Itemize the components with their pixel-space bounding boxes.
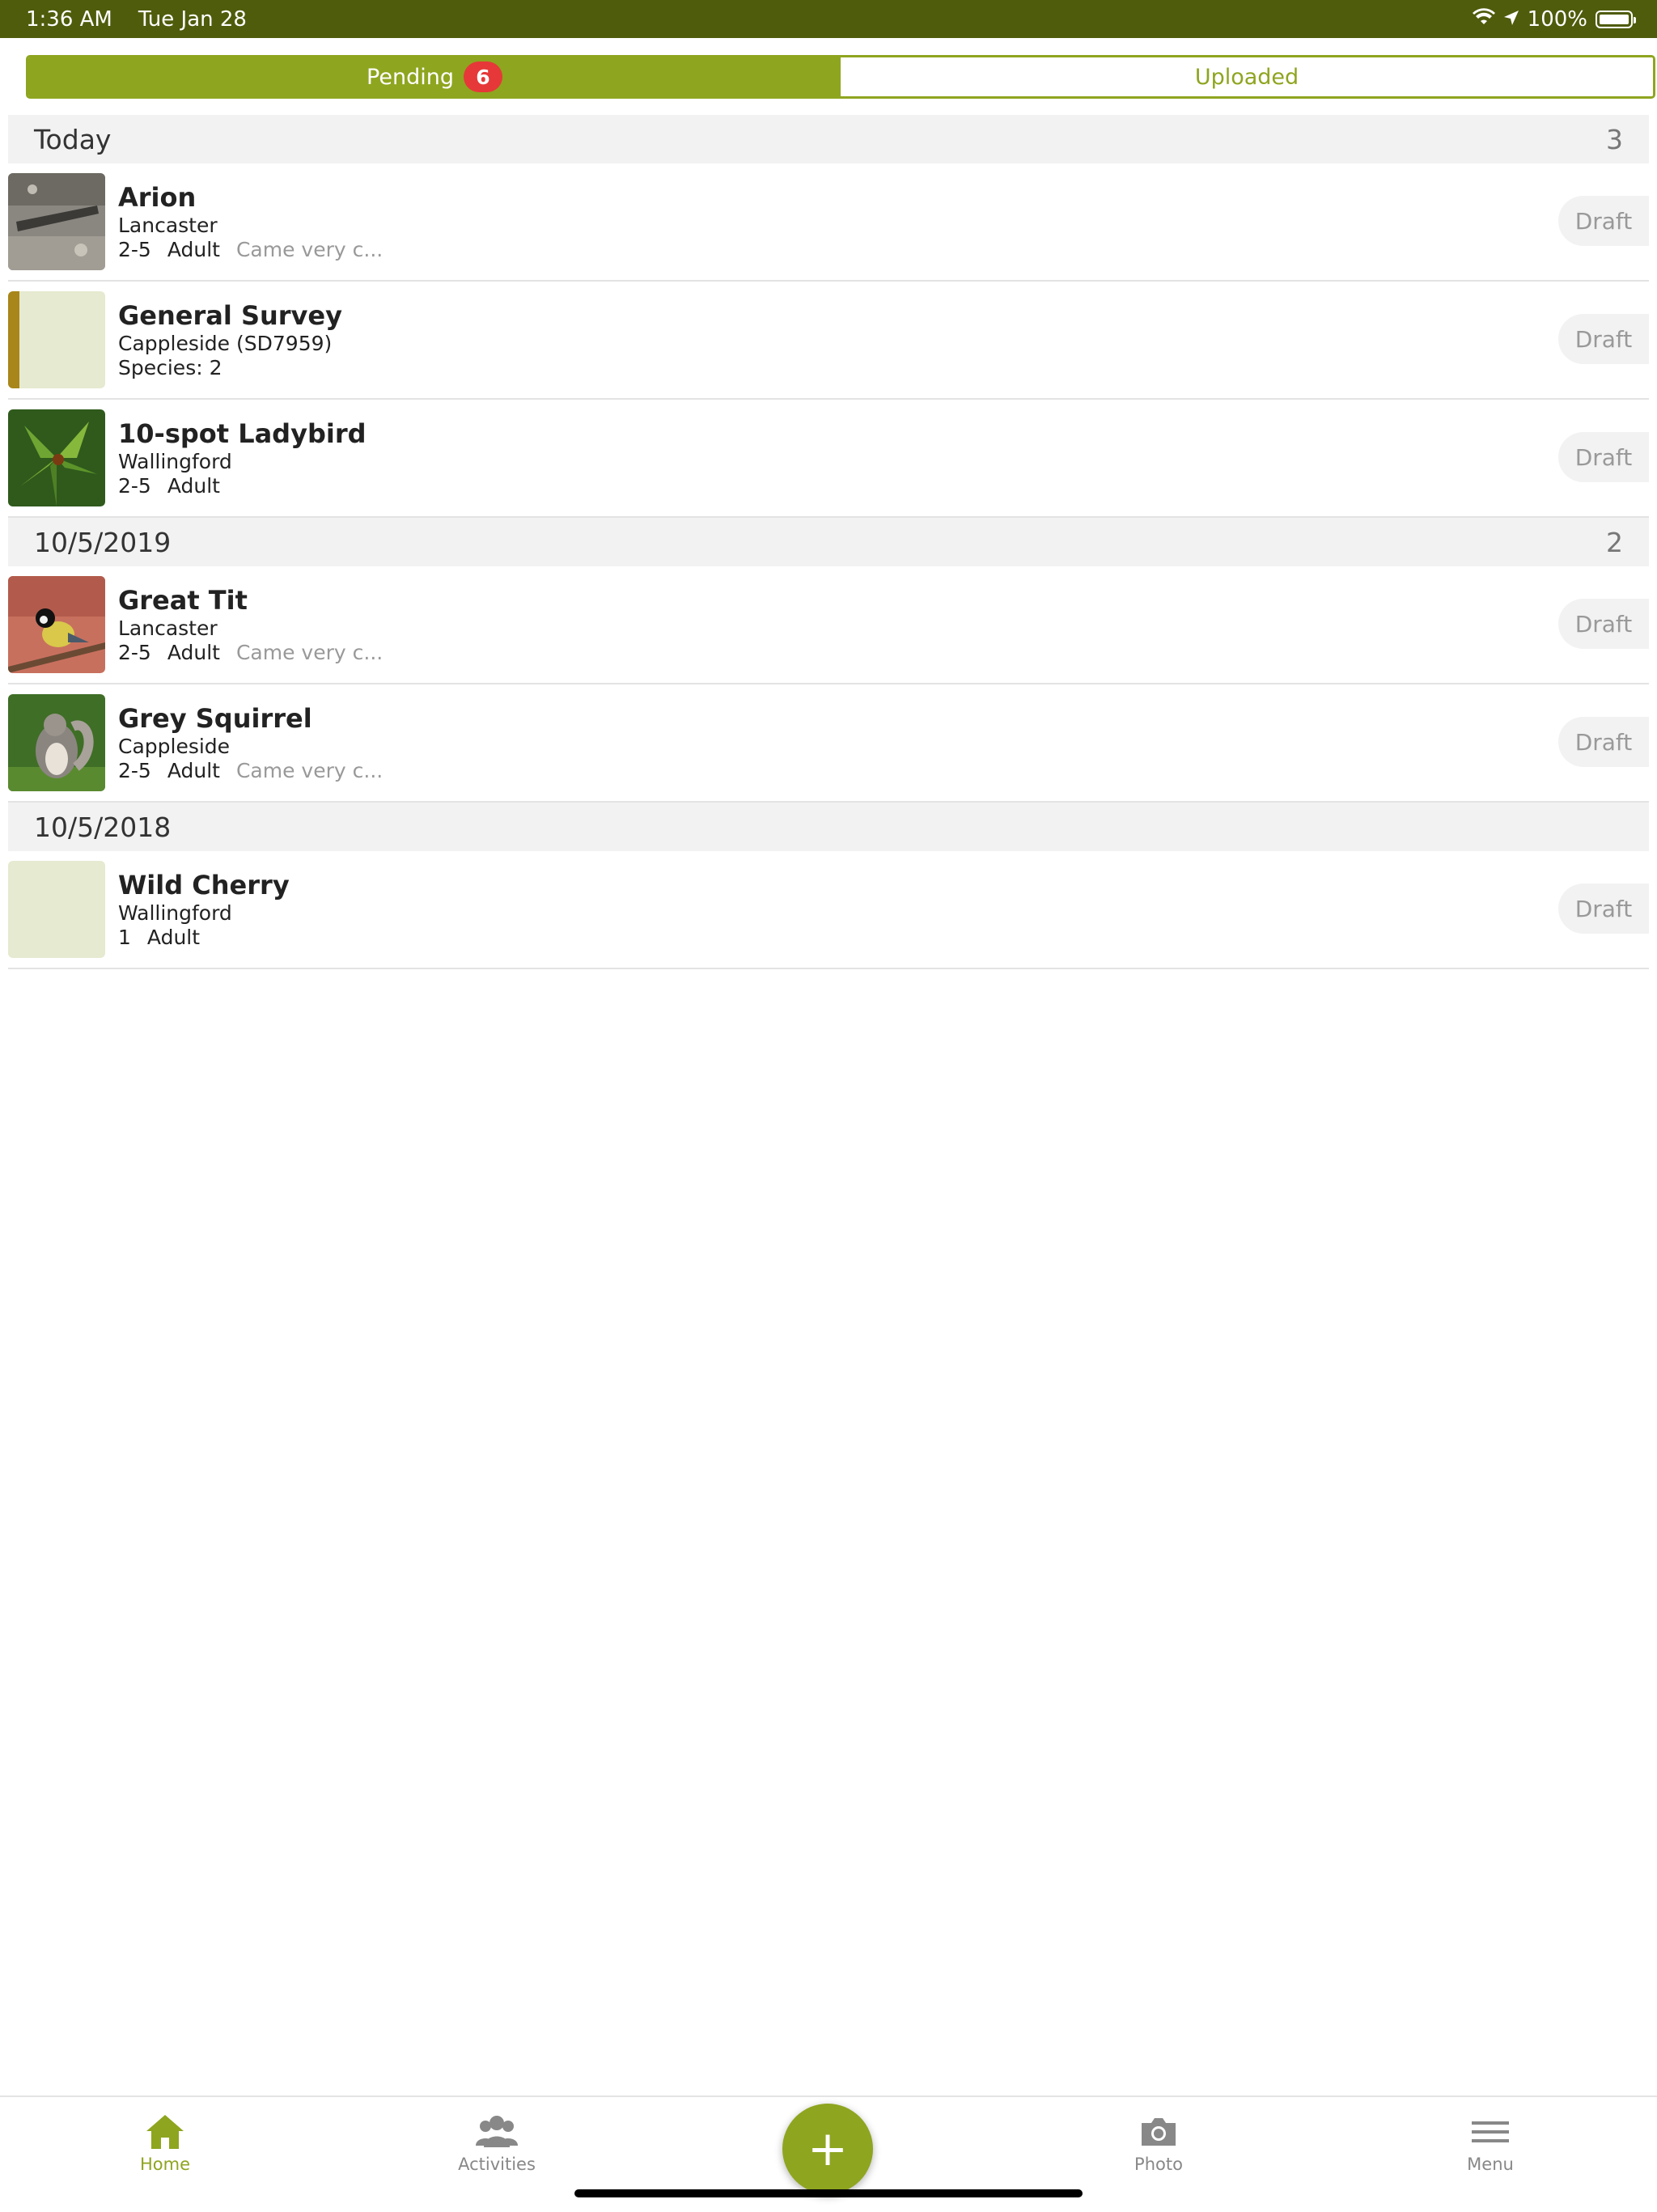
section-title: Today bbox=[34, 123, 112, 155]
tab-activities-label: Activities bbox=[458, 2155, 536, 2174]
record-comment: Came very c... bbox=[235, 641, 384, 664]
section-count: 2 bbox=[1606, 526, 1623, 558]
record-photo bbox=[8, 173, 105, 270]
record-title: 10-spot Ladybird bbox=[118, 418, 367, 449]
record-number: 2-5 bbox=[118, 474, 151, 498]
add-record-button[interactable]: + bbox=[782, 2104, 873, 2194]
record-title: Arion bbox=[118, 182, 197, 213]
record-stage: Adult bbox=[167, 474, 220, 498]
record-photo bbox=[8, 576, 105, 673]
draft-badge: Draft bbox=[1558, 432, 1649, 482]
record-number: 2-5 bbox=[118, 641, 151, 664]
camera-icon bbox=[1138, 2113, 1179, 2155]
record-photo bbox=[8, 409, 105, 506]
survey-placeholder bbox=[8, 291, 105, 388]
record-number: 2-5 bbox=[118, 238, 151, 261]
people-icon bbox=[474, 2113, 519, 2155]
uploaded-label: Uploaded bbox=[1194, 64, 1299, 90]
record-species-count: Species: 2 bbox=[118, 356, 222, 379]
tab-activities[interactable]: Activities bbox=[416, 2113, 578, 2174]
section-title: 10/5/2018 bbox=[34, 811, 172, 843]
record-number: 1 bbox=[118, 926, 131, 949]
tab-menu[interactable]: Menu bbox=[1409, 2113, 1571, 2174]
section-header-2019: 10/5/2019 2 bbox=[8, 518, 1649, 566]
record-location: Cappleside (SD7959) bbox=[118, 332, 333, 355]
draft-badge: Draft bbox=[1558, 196, 1649, 246]
tab-photo[interactable]: Photo bbox=[1078, 2113, 1240, 2174]
record-stage: Adult bbox=[167, 759, 220, 782]
status-time: 1:36 AM bbox=[26, 6, 112, 32]
record-location: Wallingford bbox=[118, 450, 232, 473]
battery-icon bbox=[1596, 10, 1636, 28]
tab-menu-label: Menu bbox=[1467, 2155, 1514, 2174]
record-photo bbox=[8, 694, 105, 791]
home-indicator bbox=[574, 2189, 1083, 2197]
pending-label: Pending bbox=[367, 64, 454, 90]
pending-uploaded-segment: Pending 6 Uploaded bbox=[26, 55, 1655, 99]
status-date: Tue Jan 28 bbox=[138, 6, 247, 32]
draft-badge: Draft bbox=[1558, 884, 1649, 934]
tab-photo-label: Photo bbox=[1134, 2155, 1183, 2174]
record-location: Lancaster bbox=[118, 214, 218, 237]
record-location: Cappleside bbox=[118, 735, 231, 758]
tab-home-label: Home bbox=[139, 2155, 190, 2174]
section-title: 10/5/2019 bbox=[34, 526, 172, 558]
draft-badge: Draft bbox=[1558, 314, 1649, 364]
list-item[interactable]: Grey Squirrel Cappleside 2-5 Adult Came … bbox=[8, 684, 1649, 803]
record-title: Great Tit bbox=[118, 585, 248, 616]
list-item[interactable]: 10-spot Ladybird Wallingford 2-5 Adult D… bbox=[8, 400, 1649, 518]
hamburger-menu-icon bbox=[1470, 2113, 1511, 2155]
section-header-today: Today 3 bbox=[8, 115, 1649, 163]
wifi-icon bbox=[1472, 7, 1495, 32]
pending-count-badge: 6 bbox=[463, 61, 502, 92]
record-number: 2-5 bbox=[118, 759, 151, 782]
record-title: General Survey bbox=[118, 300, 342, 331]
tab-home[interactable]: Home bbox=[84, 2113, 246, 2174]
section-count: 3 bbox=[1606, 123, 1623, 155]
record-stage: Adult bbox=[167, 641, 220, 664]
record-photo-placeholder bbox=[8, 861, 105, 958]
draft-badge: Draft bbox=[1558, 599, 1649, 649]
list-item[interactable]: Great Tit Lancaster 2-5 Adult Came very … bbox=[8, 566, 1649, 684]
record-location: Wallingford bbox=[118, 901, 232, 925]
draft-badge: Draft bbox=[1558, 717, 1649, 767]
list-item[interactable]: General Survey Cappleside (SD7959) Speci… bbox=[8, 282, 1649, 400]
record-comment: Came very c... bbox=[235, 238, 384, 261]
home-icon bbox=[145, 2113, 185, 2155]
list-item[interactable]: Arion Lancaster 2-5 Adult Came very c...… bbox=[8, 163, 1649, 282]
records-list: Today 3 Arion Lancaster 2-5 Adult Came v… bbox=[8, 115, 1649, 969]
record-title: Wild Cherry bbox=[118, 870, 290, 900]
location-arrow-icon bbox=[1503, 7, 1519, 32]
record-stage: Adult bbox=[146, 926, 201, 949]
record-title: Grey Squirrel bbox=[118, 703, 312, 734]
record-stage: Adult bbox=[167, 238, 220, 261]
record-comment: Came very c... bbox=[235, 759, 384, 782]
status-bar: 1:36 AM Tue Jan 28 100% bbox=[0, 0, 1657, 38]
tab-uploaded[interactable]: Uploaded bbox=[841, 57, 1653, 96]
battery-percent: 100% bbox=[1527, 6, 1587, 32]
tab-pending[interactable]: Pending 6 bbox=[28, 57, 841, 96]
list-item[interactable]: Wild Cherry Wallingford 1 Adult Draft bbox=[8, 851, 1649, 969]
section-header-2018: 10/5/2018 bbox=[8, 803, 1649, 851]
record-location: Lancaster bbox=[118, 617, 218, 640]
